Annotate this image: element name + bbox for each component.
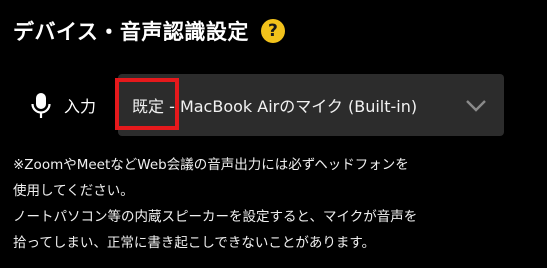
- audio-input-row: 入力 既定 - MacBook Airのマイク (Built-in): [0, 74, 547, 136]
- notice-line: ノートパソコン等の内蔵スピーカーを設定すると、マイクが音声を: [13, 209, 418, 225]
- selected-device-value: 既定 - MacBook Airのマイク (Built-in): [132, 97, 418, 116]
- notice-line: 使用してください。: [13, 183, 134, 199]
- notice-line: 拾ってしまい、正常に書き起こしできないことがあります。: [13, 235, 376, 251]
- input-label: 入力: [64, 97, 97, 116]
- help-icon[interactable]: ?: [260, 19, 285, 43]
- notice-line: ※ZoomやMeetなどWeb会議の音声出力には必ずヘッドフォンを: [13, 157, 409, 173]
- headphone-notice: ※ZoomやMeetなどWeb会議の音声出力には必ずヘッドフォンを 使用してくだ…: [13, 152, 541, 256]
- chevron-down-icon[interactable]: [464, 94, 488, 116]
- highlight-annotation-box: [115, 78, 179, 130]
- microphone-icon: [31, 93, 51, 118]
- device-settings-panel: デバイス・音声認識設定 ? 入力 既定 - MacBook Airのマイク (B…: [0, 0, 547, 268]
- title-row: デバイス・音声認識設定 ?: [13, 14, 285, 48]
- page-title: デバイス・音声認識設定: [13, 20, 249, 44]
